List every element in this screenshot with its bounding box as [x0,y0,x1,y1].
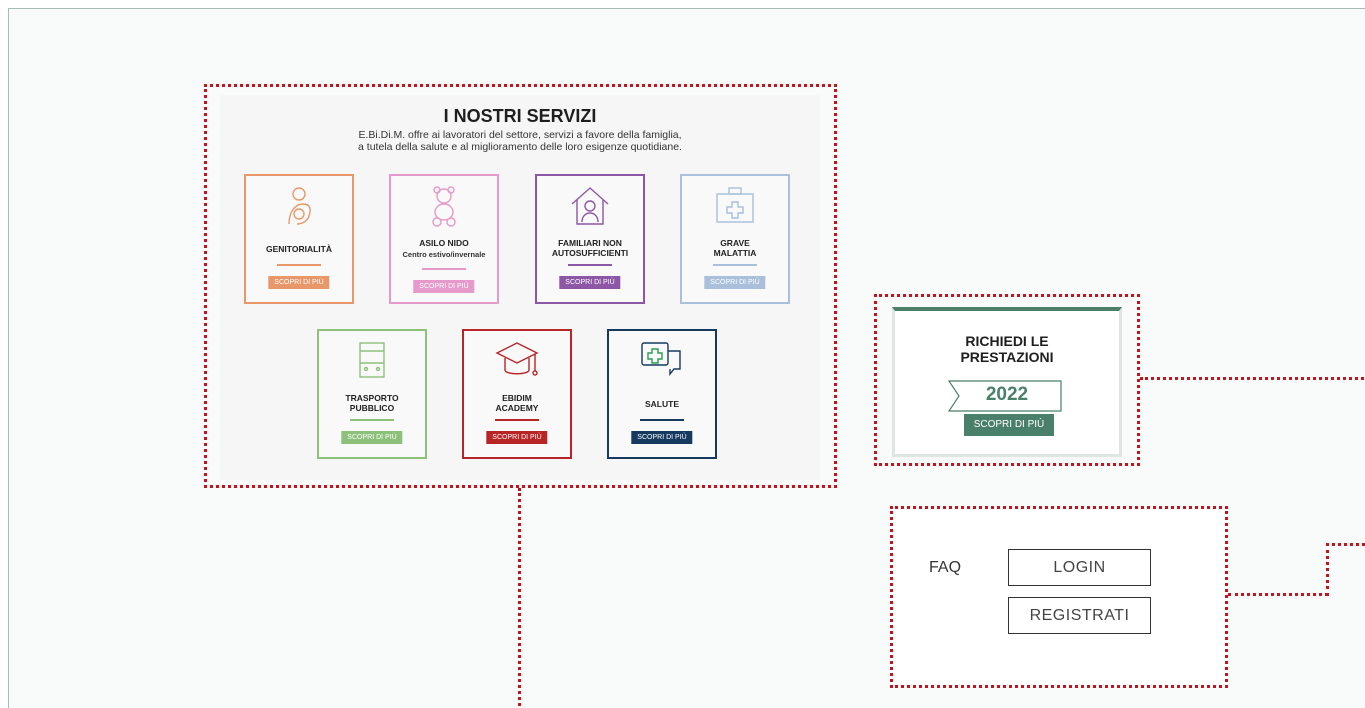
card-label: GENITORIALITÀ [266,244,332,254]
services-subtitle-line1: E.Bi.Di.M. offre ai lavoratori del setto… [358,129,682,141]
health-chat-icon [641,342,681,376]
card-genitorialita[interactable]: GENITORIALITÀ SCOPRI DI PIÙ [244,174,354,304]
card-label: GRAVE MALATTIA [713,238,757,258]
services-subtitle-line2: a tutela della salute e al miglioramento… [358,141,682,153]
card-label: SALUTE [645,399,679,409]
medical-kit-icon [716,187,754,223]
richiedi-card[interactable]: RICHIEDI LE PRESTAZIONI 2022 SCOPRI DI P… [892,307,1122,457]
scopri-button[interactable]: SCOPRI DI PIÙ [341,431,403,444]
card-trasporto[interactable]: TRASPORTO PUBBLICO SCOPRI DI PIÙ [317,329,427,459]
services-subtitle: E.Bi.Di.M. offre ai lavoratori del setto… [220,129,820,153]
richiedi-year: 2022 [985,384,1029,405]
card-divider [713,264,757,266]
card-sublabel: Centro estivo/invernale [402,250,486,259]
connector-line [518,488,521,708]
teddy-bear-icon [432,186,456,227]
services-title: I NOSTRI SERVIZI [443,106,597,126]
scopri-button[interactable]: SCOPRI DI PIÙ [631,431,693,444]
card-label: TRASPORTO PUBBLICO [345,393,399,413]
card-asilo-nido[interactable]: ASILO NIDO Centro estivo/invernale SCOPR… [389,174,499,304]
connector-line [1140,377,1365,380]
scopri-button[interactable]: SCOPRI DI PIÙ [559,276,621,289]
card-label: FAMILIARI NON AUTOSUFFICIENTI [551,238,629,258]
card-divider [422,268,466,270]
faq-link[interactable]: FAQ [929,559,961,577]
richiedi-scopri-button[interactable]: SCOPRI DI PIÙ [964,414,1054,436]
card-divider [350,419,394,421]
card-divider [568,264,612,266]
richiedi-title: RICHIEDI LE PRESTAZIONI [895,333,1119,365]
bus-icon [359,342,385,378]
card-divider [495,419,539,421]
richiedi-title-line1: RICHIEDI LE [965,333,1049,349]
card-salute[interactable]: SALUTE SCOPRI DI PIÙ [607,329,717,459]
connector-line [1326,543,1329,596]
connector-line [1228,593,1328,596]
card-ebidim-academy[interactable]: EBIDIM ACADEMY SCOPRI DI PIÙ [462,329,572,459]
login-button[interactable]: LOGIN [1008,549,1151,586]
connector-line [1326,543,1365,546]
scopri-button[interactable]: SCOPRI DI PIÙ [486,431,548,444]
graduation-cap-icon [495,342,539,376]
card-divider [640,419,684,421]
richiedi-title-line2: PRESTAZIONI [960,349,1054,365]
scopri-button[interactable]: SCOPRI DI PIÙ [704,276,766,289]
card-grave-malattia[interactable]: GRAVE MALATTIA SCOPRI DI PIÙ [680,174,790,304]
scopri-button[interactable]: SCOPRI DI PIÙ [413,280,475,293]
card-label: ASILO NIDO [419,238,469,248]
card-divider [277,264,321,266]
scopri-button[interactable]: SCOPRI DI PIÙ [268,276,330,289]
card-label: EBIDIM ACADEMY [495,393,539,413]
register-button[interactable]: REGISTRATI [1008,597,1151,634]
mother-child-icon [288,187,311,225]
house-person-icon [571,187,609,225]
card-familiari[interactable]: FAMILIARI NON AUTOSUFFICIENTI SCOPRI DI … [535,174,645,304]
